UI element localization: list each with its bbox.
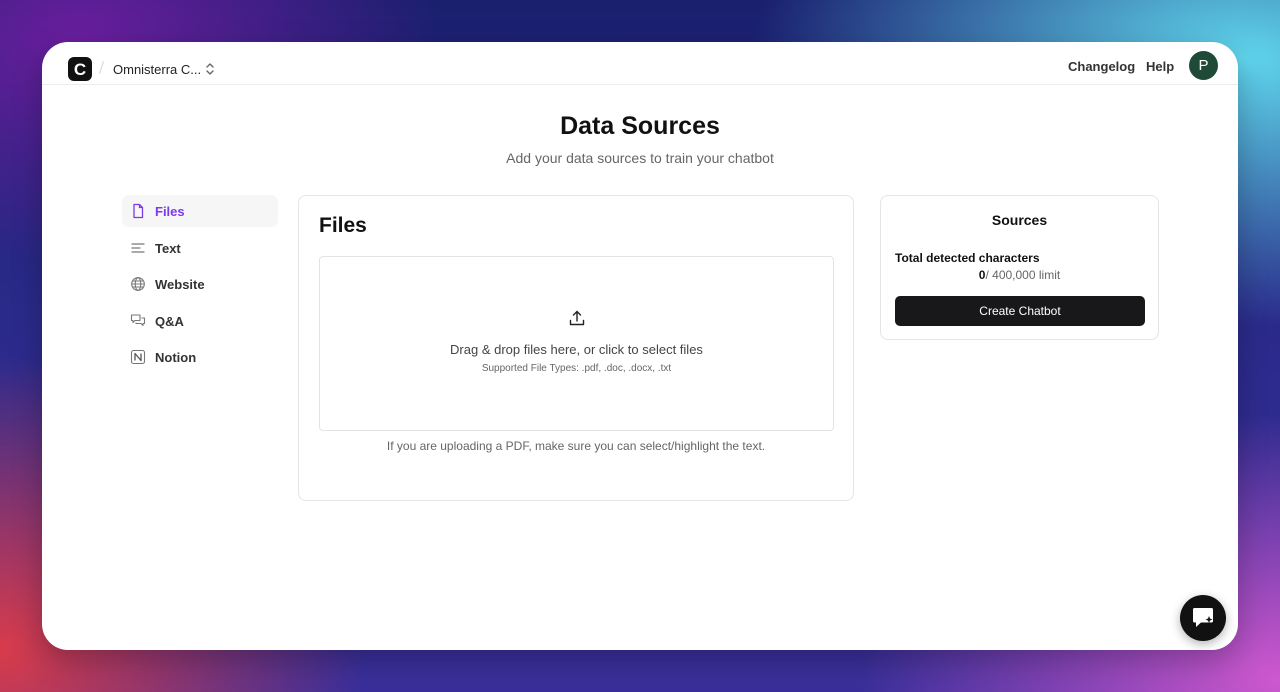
sources-title: Sources [991, 212, 1048, 228]
globe-icon [129, 275, 147, 293]
upload-icon [569, 310, 585, 326]
logo-letter: C [73, 59, 87, 79]
page-title: Data Sources [560, 112, 720, 140]
page-subtitle: Add your data sources to train your chat… [506, 150, 774, 166]
notion-icon [129, 348, 147, 366]
sidebar-item-label: Website [155, 276, 205, 292]
app-window: C Omnisterra C... Changelog Help P Data … [42, 42, 1238, 650]
sources-panel: Sources Total detected characters 0/ 400… [880, 195, 1159, 340]
sidebar-item-label: Files [155, 203, 185, 219]
help-link[interactable]: Help [1146, 59, 1174, 74]
sidebar-item-text[interactable]: Text [122, 232, 278, 264]
pdf-note: If you are uploading a PDF, make sure yo… [386, 439, 766, 453]
chevron-up-down-icon[interactable] [204, 61, 216, 77]
changelog-link[interactable]: Changelog [1068, 59, 1135, 74]
sidebar-item-qa[interactable]: Q&A [122, 305, 278, 337]
sidebar-item-notion[interactable]: Notion [122, 341, 278, 373]
character-limit: / 400,000 limit [985, 268, 1061, 282]
file-icon [129, 202, 147, 220]
character-count: 0/ 400,000 limit [881, 268, 1158, 282]
sidebar-item-label: Notion [155, 349, 197, 365]
file-dropzone[interactable]: Drag & drop files here, or click to sele… [319, 256, 834, 431]
top-bar: C Omnisterra C... Changelog Help P [42, 42, 1238, 85]
dropzone-text: Drag & drop files here, or click to sele… [450, 342, 703, 357]
supported-file-types: Supported File Types: .pdf, .doc, .docx,… [481, 363, 672, 374]
avatar[interactable]: P [1189, 51, 1218, 80]
create-chatbot-button[interactable]: Create Chatbot [895, 296, 1145, 326]
files-title: Files [319, 214, 367, 237]
org-name[interactable]: Omnisterra C... [113, 62, 201, 77]
logo-icon[interactable]: C [68, 57, 92, 81]
total-characters-label: Total detected characters [895, 251, 1040, 265]
sidebar-item-files[interactable]: Files [122, 195, 278, 227]
chat-widget-button[interactable] [1180, 595, 1226, 641]
breadcrumb-separator [99, 61, 104, 74]
avatar-initial: P [1198, 57, 1209, 74]
sidebar-item-label: Text [155, 240, 181, 256]
files-panel: Files Drag & drop files here, or click t… [298, 195, 854, 501]
sidebar-item-website[interactable]: Website [122, 268, 278, 300]
chat-sparkle-icon [1193, 608, 1213, 627]
sidebar-item-label: Q&A [155, 313, 184, 329]
chat-bubbles-icon [129, 312, 147, 330]
text-lines-icon [129, 239, 147, 257]
